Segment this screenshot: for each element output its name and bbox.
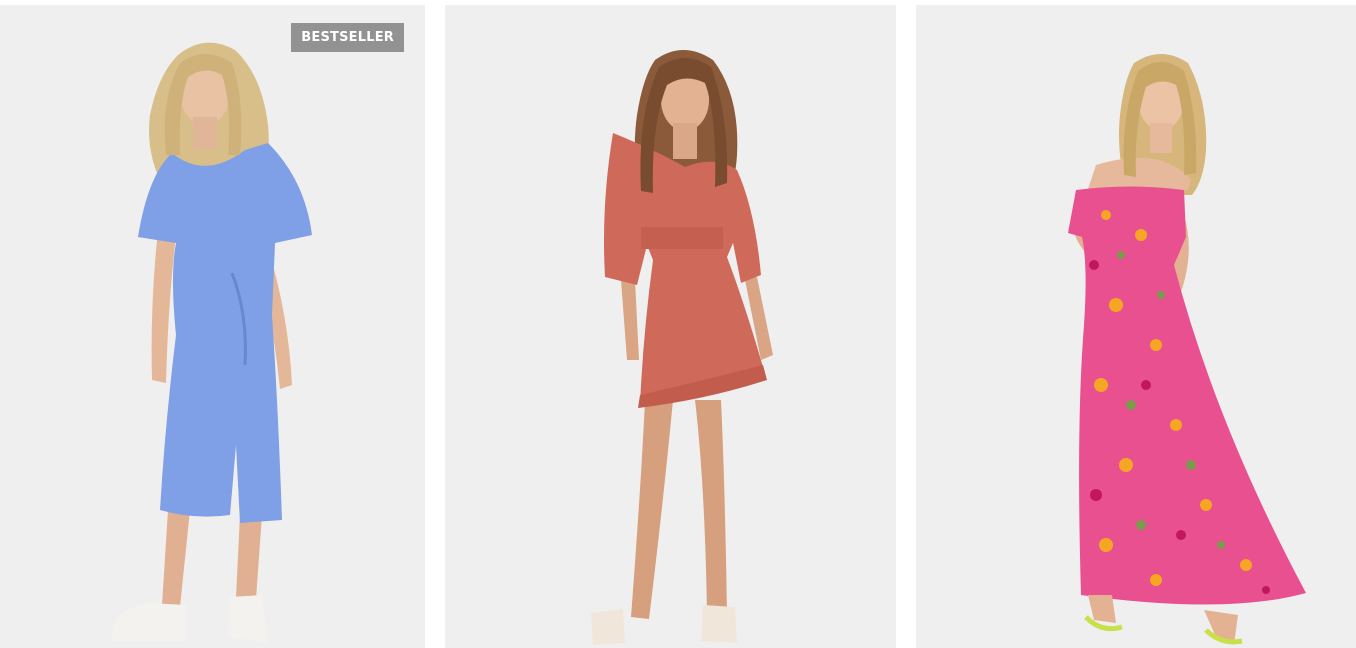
product-card[interactable] bbox=[445, 5, 896, 648]
product-card[interactable]: BESTSELLER bbox=[0, 5, 425, 648]
product-image[interactable] bbox=[916, 5, 1356, 648]
product-card[interactable] bbox=[916, 5, 1356, 648]
bestseller-badge: BESTSELLER bbox=[291, 23, 404, 52]
product-image[interactable] bbox=[0, 5, 425, 648]
product-image[interactable] bbox=[445, 5, 896, 648]
